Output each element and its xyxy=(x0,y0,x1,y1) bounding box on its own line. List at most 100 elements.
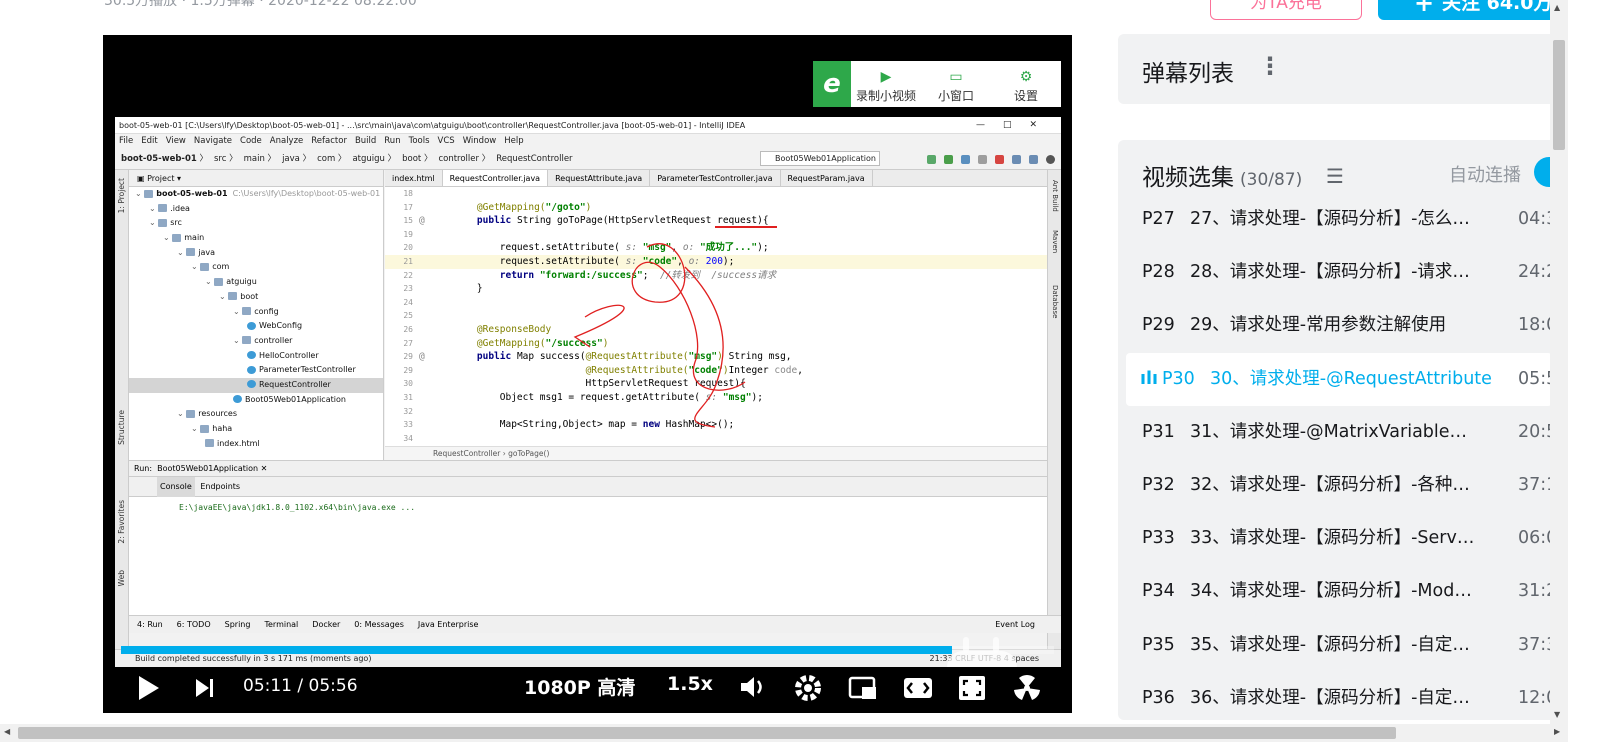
playlist-item[interactable]: P3232、请求处理-【源码分析】-各种类型参数解析原理37:1 xyxy=(1118,459,1560,512)
tv-icon: ▭ xyxy=(949,68,963,85)
code-area: 18 17 @GetMapping("/goto") 15 @ public St… xyxy=(385,187,1047,445)
speed-button[interactable]: 1.5x xyxy=(667,673,713,695)
scroll-left-arrow-icon[interactable]: ◀ xyxy=(4,727,10,736)
window-controls: —□✕ xyxy=(975,120,1055,130)
progress-bar[interactable] xyxy=(121,646,1054,654)
horizontal-scrollbar[interactable]: ◀ ▶ xyxy=(0,724,1568,742)
scrollbar-thumb[interactable] xyxy=(1553,40,1565,150)
class-icon xyxy=(247,351,256,360)
playlist-item[interactable]: P29 29、请求处理-常用参数注解使用 18:0 xyxy=(1118,299,1560,352)
tree-node: ⌄ boot xyxy=(219,291,259,301)
episode-number: P29 xyxy=(1142,315,1175,336)
scroll-down-arrow-icon[interactable]: ▼ xyxy=(1554,710,1560,719)
plus-icon: + xyxy=(1414,0,1435,17)
playlist-item[interactable]: ılı P30 30、请求处理-@RequestAttribute 05:5 xyxy=(1126,352,1557,406)
playlist-item[interactable]: P3434、请求处理-【源码分析】-Model、Map原理31:2 xyxy=(1118,565,1560,618)
more-vertical-icon[interactable]: ⋮ xyxy=(1258,52,1282,80)
breadcrumb-item: atguigu 〉 xyxy=(352,154,397,164)
menu-item-file: File xyxy=(119,136,134,146)
tree-node-label: atguigu xyxy=(226,277,257,287)
gear-icon: ⚙ xyxy=(1019,68,1033,85)
tree-node: ⌄ .idea xyxy=(149,203,190,213)
folder-icon xyxy=(205,439,214,448)
project-header-label: Project xyxy=(147,174,175,183)
mini-window-button[interactable]: ▭ 小窗口 xyxy=(921,65,991,104)
playlist-item[interactable]: P3333、请求处理-【源码分析】-Servlet API参数解析原理06:0 xyxy=(1118,512,1560,565)
debug-icon xyxy=(944,154,953,164)
mini-player-icon[interactable] xyxy=(848,675,878,701)
playlist-title: 视频选集 xyxy=(1142,165,1234,191)
ide-titlebar: boot-05-web-01 [C:\Users\lfy\Desktop\boo… xyxy=(115,117,1061,134)
widescreen-icon[interactable] xyxy=(903,675,933,701)
playlist-item[interactable]: P3535、请求处理-【源码分析】-自定义参数绑定原理37:3 xyxy=(1118,619,1560,672)
tree-node: index.html xyxy=(129,437,383,452)
list-view-icon[interactable]: ☰ xyxy=(1326,164,1344,188)
danmaku-list-panel[interactable]: 弹幕列表 ⋮ xyxy=(1118,34,1560,104)
folder-icon xyxy=(242,336,252,345)
episode-title: 31、请求处理-@MatrixVariable与UrlPathHelper xyxy=(1190,421,1476,442)
mini-window-label: 小窗口 xyxy=(937,88,974,103)
now-playing-icon: ılı xyxy=(1140,368,1158,389)
vertical-scrollbar[interactable]: ▲ ▼ xyxy=(1550,0,1568,724)
class-icon xyxy=(247,321,256,330)
menu-item-build: Build xyxy=(354,136,377,146)
tree-node: ⌄ java xyxy=(177,247,216,257)
episode-number: P30 xyxy=(1162,368,1195,389)
breadcrumb-item: src 〉 xyxy=(213,154,238,164)
tree-node: WebConfig xyxy=(129,319,383,334)
settings-gear-icon[interactable] xyxy=(793,673,823,703)
next-icon[interactable] xyxy=(195,678,215,698)
fullscreen-icon[interactable] xyxy=(958,675,986,701)
playlist-item[interactable]: P2828、请求处理-【源码分析】-请求映射原理24:2 xyxy=(1118,246,1560,299)
run-config-select: Boot05Web01Application xyxy=(760,151,880,166)
structure-icon xyxy=(1012,154,1021,164)
folder-icon xyxy=(186,409,196,418)
episode-number: P27 xyxy=(1142,209,1175,229)
tree-node-label: controller xyxy=(254,335,293,345)
overlay-settings-label: 设置 xyxy=(1013,88,1038,103)
danmaku-style-icon[interactable] xyxy=(1013,674,1041,702)
episode-number: P31 xyxy=(1142,421,1175,442)
playlist-header: 视频选集 (30/87) xyxy=(1142,158,1302,192)
console-output: E:\javaEE\java\jdk1.8.0_1102.x64\bin\jav… xyxy=(179,503,416,512)
play-icon[interactable] xyxy=(137,675,161,701)
record-clip-button[interactable]: ▶ 录制小视频 xyxy=(851,65,921,104)
autoplay-label: 自动连播 xyxy=(1449,165,1521,186)
tree-node: ⌄ boot-05-web-01 C:\Users\lfy\Desktop\boo… xyxy=(135,189,381,198)
folder-icon xyxy=(172,233,182,242)
tool-project: 1: Project xyxy=(117,178,126,214)
tree-node-label: src xyxy=(170,218,182,228)
playlist-item[interactable]: P31 31、请求处理-@MatrixVariable与UrlPathHelper… xyxy=(1118,406,1560,459)
hscrollbar-thumb[interactable] xyxy=(18,727,1396,739)
episode-number: P33 xyxy=(1142,528,1175,549)
video-player[interactable]: boot-05-web-01 [C:\Users\lfy\Desktop\boo… xyxy=(103,35,1072,713)
tree-node: ParameterTestController xyxy=(129,363,383,378)
playlist-item[interactable]: P2727、请求处理-【源码分析】-怎么改变默认的_method04:3 xyxy=(1118,193,1560,246)
profile-icon xyxy=(978,154,987,164)
scroll-right-arrow-icon[interactable]: ▶ xyxy=(1554,727,1560,736)
tree-node: ⌄ com xyxy=(191,262,230,272)
episode-title: 28、请求处理-【源码分析】-请求映射原理 xyxy=(1190,262,1476,283)
follow-button[interactable]: + 关注 64.0万 xyxy=(1378,0,1560,20)
video-meta: 30.5万播放 · 1.5万弹幕 · 2020-12-22 08:22:00 xyxy=(104,0,417,9)
screen-recorder-overlay: e ▶ 录制小视频 ▭ 小窗口 ⚙ 设置 xyxy=(813,61,1061,107)
tab-console: Console xyxy=(157,477,195,497)
breadcrumb-item: main 〉 xyxy=(243,154,277,164)
episode-number: P35 xyxy=(1142,634,1175,655)
tree-node-label: main xyxy=(184,233,205,243)
episode-number: P32 xyxy=(1142,474,1175,495)
overlay-settings-button[interactable]: ⚙ 设置 xyxy=(991,65,1061,104)
charge-button[interactable]: 为TA充电 xyxy=(1210,0,1362,20)
rerun-icon xyxy=(927,154,936,164)
tree-node: ⌄ src xyxy=(149,218,182,228)
playlist-item[interactable]: P3636、请求处理-【源码分析】-自定义Converter原理12:0 xyxy=(1118,672,1560,720)
folder-icon xyxy=(144,189,154,198)
folder-icon xyxy=(214,277,224,286)
editor-tab: index.html xyxy=(385,170,443,186)
time-separator: / xyxy=(297,676,304,696)
code-editor: index.html RequestController.java RequestA… xyxy=(385,170,1047,460)
quality-button[interactable]: 1080P 高清 xyxy=(524,673,635,700)
volume-icon[interactable] xyxy=(739,675,767,699)
scroll-up-arrow-icon[interactable]: ▲ xyxy=(1554,3,1560,12)
episode-title: 36、请求处理-【源码分析】-自定义Converter原理 xyxy=(1190,687,1476,708)
